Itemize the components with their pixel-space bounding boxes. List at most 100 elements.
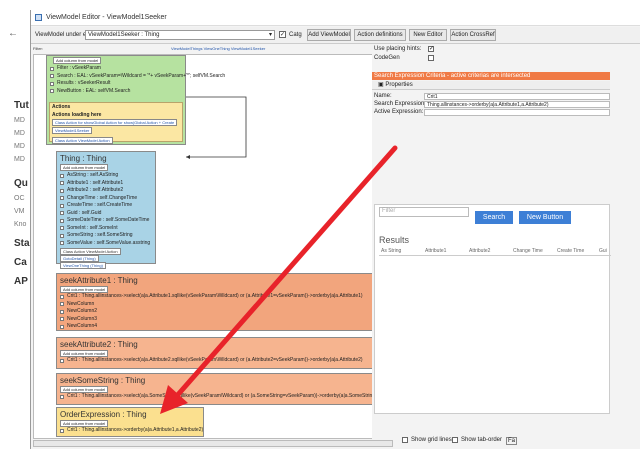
results-column[interactable]: Gui bbox=[599, 248, 607, 254]
bg-item: MD bbox=[14, 117, 25, 124]
action-crossref-button[interactable]: Action CrossRef bbox=[450, 29, 496, 41]
design-canvas[interactable]: Add column from model Filter : vSeekPara… bbox=[33, 54, 393, 439]
order-expression-box[interactable]: OrderExpression : Thing Add column from … bbox=[56, 407, 204, 437]
row-checkbox[interactable] bbox=[60, 358, 64, 363]
thing-row[interactable]: SomeInt : self.SomeInt bbox=[57, 225, 155, 233]
row-label: Crit1 : Thing.allinstances->select(a|a.A… bbox=[67, 357, 363, 363]
preview-pane: Filter Search New Button Results As Stri… bbox=[374, 204, 611, 414]
action-button[interactable]: Class Action for showGlobal Action for s… bbox=[52, 119, 178, 126]
thing-row[interactable]: Guid : self.Guid bbox=[57, 210, 155, 218]
criteria-row[interactable]: Crit1 : Thing.allinstances->select(a|a.A… bbox=[57, 293, 375, 301]
viewmodel-links[interactable]: ViewModelThings ViewOneThing ViewModel1S… bbox=[171, 46, 265, 51]
row-checkbox[interactable] bbox=[60, 309, 64, 314]
results-column[interactable]: Attribute2 bbox=[469, 248, 490, 254]
new-editor-button[interactable]: New Editor bbox=[409, 29, 447, 41]
action-definitions-button[interactable]: Action definitions bbox=[354, 29, 406, 41]
criteria-row[interactable]: NewColumn4 bbox=[57, 323, 375, 331]
row-checkbox[interactable] bbox=[50, 89, 54, 93]
row-checkbox[interactable] bbox=[60, 188, 64, 193]
show-taborder-checkbox[interactable] bbox=[452, 437, 458, 443]
seek-attribute1-box[interactable]: seekAttribute1 : Thing Add column from m… bbox=[56, 273, 376, 331]
bg-heading: Sta bbox=[14, 238, 30, 249]
seeker-row[interactable]: Filter : vSeekParam bbox=[47, 65, 185, 73]
horizontal-scrollbar[interactable] bbox=[33, 440, 393, 447]
row-checkbox[interactable] bbox=[60, 181, 64, 185]
results-column[interactable]: Attribute1 bbox=[425, 248, 446, 254]
row-checkbox[interactable] bbox=[60, 173, 64, 178]
row-checkbox[interactable] bbox=[60, 302, 64, 306]
add-column-button[interactable]: Add column from model bbox=[60, 386, 109, 393]
thing-row[interactable]: Attribute2 : self.Attribute2 bbox=[57, 187, 155, 195]
criteria-row[interactable]: NewColumn bbox=[57, 301, 375, 309]
fa-field[interactable]: Fa bbox=[506, 437, 518, 445]
show-grid-checkbox[interactable] bbox=[402, 437, 408, 443]
row-checkbox[interactable] bbox=[60, 294, 64, 299]
properties-header[interactable]: ▣ Properties bbox=[372, 81, 610, 90]
row-checkbox[interactable] bbox=[60, 211, 64, 215]
seeker-row[interactable]: NewButton : EAL: selfVM.Search bbox=[47, 88, 185, 96]
seeker-row[interactable]: Search : EAL: vSeekParam=\Wildcard = '*+… bbox=[47, 73, 225, 81]
filter-input[interactable]: Filter bbox=[379, 207, 469, 217]
filter-bar: Filter: ViewModelThings ViewOneThing Vie… bbox=[31, 45, 391, 53]
row-checkbox[interactable] bbox=[60, 226, 64, 230]
goto-detail-button[interactable]: GotoDetail (Thing) bbox=[60, 255, 99, 262]
search-expression-field[interactable]: Thing.allinstances->orderby(a|a.Attribut… bbox=[424, 101, 610, 108]
thing-row[interactable]: CreateTime : self.CreateTime bbox=[57, 202, 155, 210]
seek-somestring-title: seekSomeString : Thing bbox=[60, 376, 146, 385]
row-checkbox[interactable] bbox=[60, 196, 64, 200]
criteria-row[interactable]: Crit1 : Thing.allinstances->select(a|a.S… bbox=[57, 393, 392, 401]
thing-row[interactable]: SomeValue : self.SomeValue.asstring bbox=[57, 240, 155, 248]
row-checkbox[interactable] bbox=[60, 428, 64, 433]
chevron-down-icon: ▾ bbox=[268, 32, 272, 38]
thing-row[interactable]: SomeString : self.SomeString bbox=[57, 232, 155, 240]
row-checkbox[interactable] bbox=[60, 324, 64, 329]
thing-box[interactable]: Thing : Thing Add column from model AsSt… bbox=[56, 151, 156, 269]
thing-row[interactable]: ChangeTime : self.ChangeTime bbox=[57, 195, 155, 203]
add-column-button[interactable]: Add column from model bbox=[53, 57, 102, 64]
row-checkbox[interactable] bbox=[60, 218, 64, 223]
row-label: NewColumn bbox=[67, 300, 95, 307]
back-arrow-icon[interactable]: ← bbox=[8, 28, 18, 39]
add-column-button[interactable]: Add column from model bbox=[60, 286, 109, 293]
bg-heading: Ca bbox=[14, 257, 27, 268]
row-label: Filter : vSeekParam bbox=[57, 65, 101, 71]
action-button[interactable]: Class Action ViewModel Action bbox=[52, 137, 113, 144]
view-one-thing-button[interactable]: ViewOneThing (Thing) bbox=[60, 262, 106, 269]
name-field[interactable]: Crit1 bbox=[424, 93, 610, 100]
new-button[interactable]: New Button bbox=[519, 211, 571, 224]
criteria-row[interactable]: Crit1 : Thing.allinstances->select(a|a.A… bbox=[57, 357, 392, 365]
results-column[interactable]: Create Time bbox=[557, 248, 584, 254]
row-checkbox[interactable] bbox=[60, 394, 64, 399]
row-checkbox[interactable] bbox=[50, 74, 54, 78]
seeker-row[interactable]: Results : vSeekerResult bbox=[47, 80, 185, 88]
criteria-row[interactable]: NewColumn3 bbox=[57, 316, 375, 324]
search-button[interactable]: Search bbox=[475, 211, 513, 224]
criteria-row[interactable]: NewColumn2 bbox=[57, 308, 375, 316]
active-expression-field[interactable] bbox=[424, 109, 610, 116]
criteria-row[interactable]: Crit1 : Thing.allinstances->orderby(a|a.… bbox=[57, 427, 203, 435]
seeker-box[interactable]: Add column from model Filter : vSeekPara… bbox=[46, 55, 225, 145]
add-column-button[interactable]: Add column from model bbox=[60, 350, 109, 357]
thing-row[interactable]: AsString : self.AsString bbox=[57, 172, 155, 180]
catg-checkbox[interactable]: ✓ bbox=[279, 31, 286, 38]
thing-row[interactable]: Attribute1 : self.Attribute1 bbox=[57, 180, 155, 188]
seek-attribute2-box[interactable]: seekAttribute2 : Thing Add column from m… bbox=[56, 337, 392, 369]
results-column[interactable]: As String bbox=[381, 248, 401, 254]
row-checkbox[interactable] bbox=[60, 241, 64, 245]
action-button[interactable]: ViewModel1Seeker bbox=[52, 127, 93, 134]
class-action-button[interactable]: Class Action ViewModel Action bbox=[60, 248, 121, 255]
row-checkbox[interactable] bbox=[60, 203, 64, 208]
codegen-checkbox[interactable] bbox=[428, 55, 434, 61]
add-column-button[interactable]: Add column from model bbox=[60, 420, 109, 427]
row-checkbox[interactable] bbox=[60, 233, 64, 238]
thing-row[interactable]: SomeDateTime : self.SomeDateTime bbox=[57, 217, 155, 225]
viewmodel-select[interactable]: ViewModel1Seeker : Thing ▾ bbox=[85, 30, 275, 40]
use-placing-hints-checkbox[interactable]: ✓ bbox=[428, 46, 434, 52]
row-checkbox[interactable] bbox=[60, 317, 64, 321]
seek-somestring-box[interactable]: seekSomeString : Thing Add column from m… bbox=[56, 373, 392, 405]
row-checkbox[interactable] bbox=[50, 66, 54, 71]
results-column[interactable]: Change Time bbox=[513, 248, 543, 254]
add-column-button[interactable]: Add column from model bbox=[60, 164, 109, 171]
add-viewmodel-button[interactable]: Add ViewModel bbox=[307, 29, 351, 41]
row-checkbox[interactable] bbox=[50, 81, 54, 86]
